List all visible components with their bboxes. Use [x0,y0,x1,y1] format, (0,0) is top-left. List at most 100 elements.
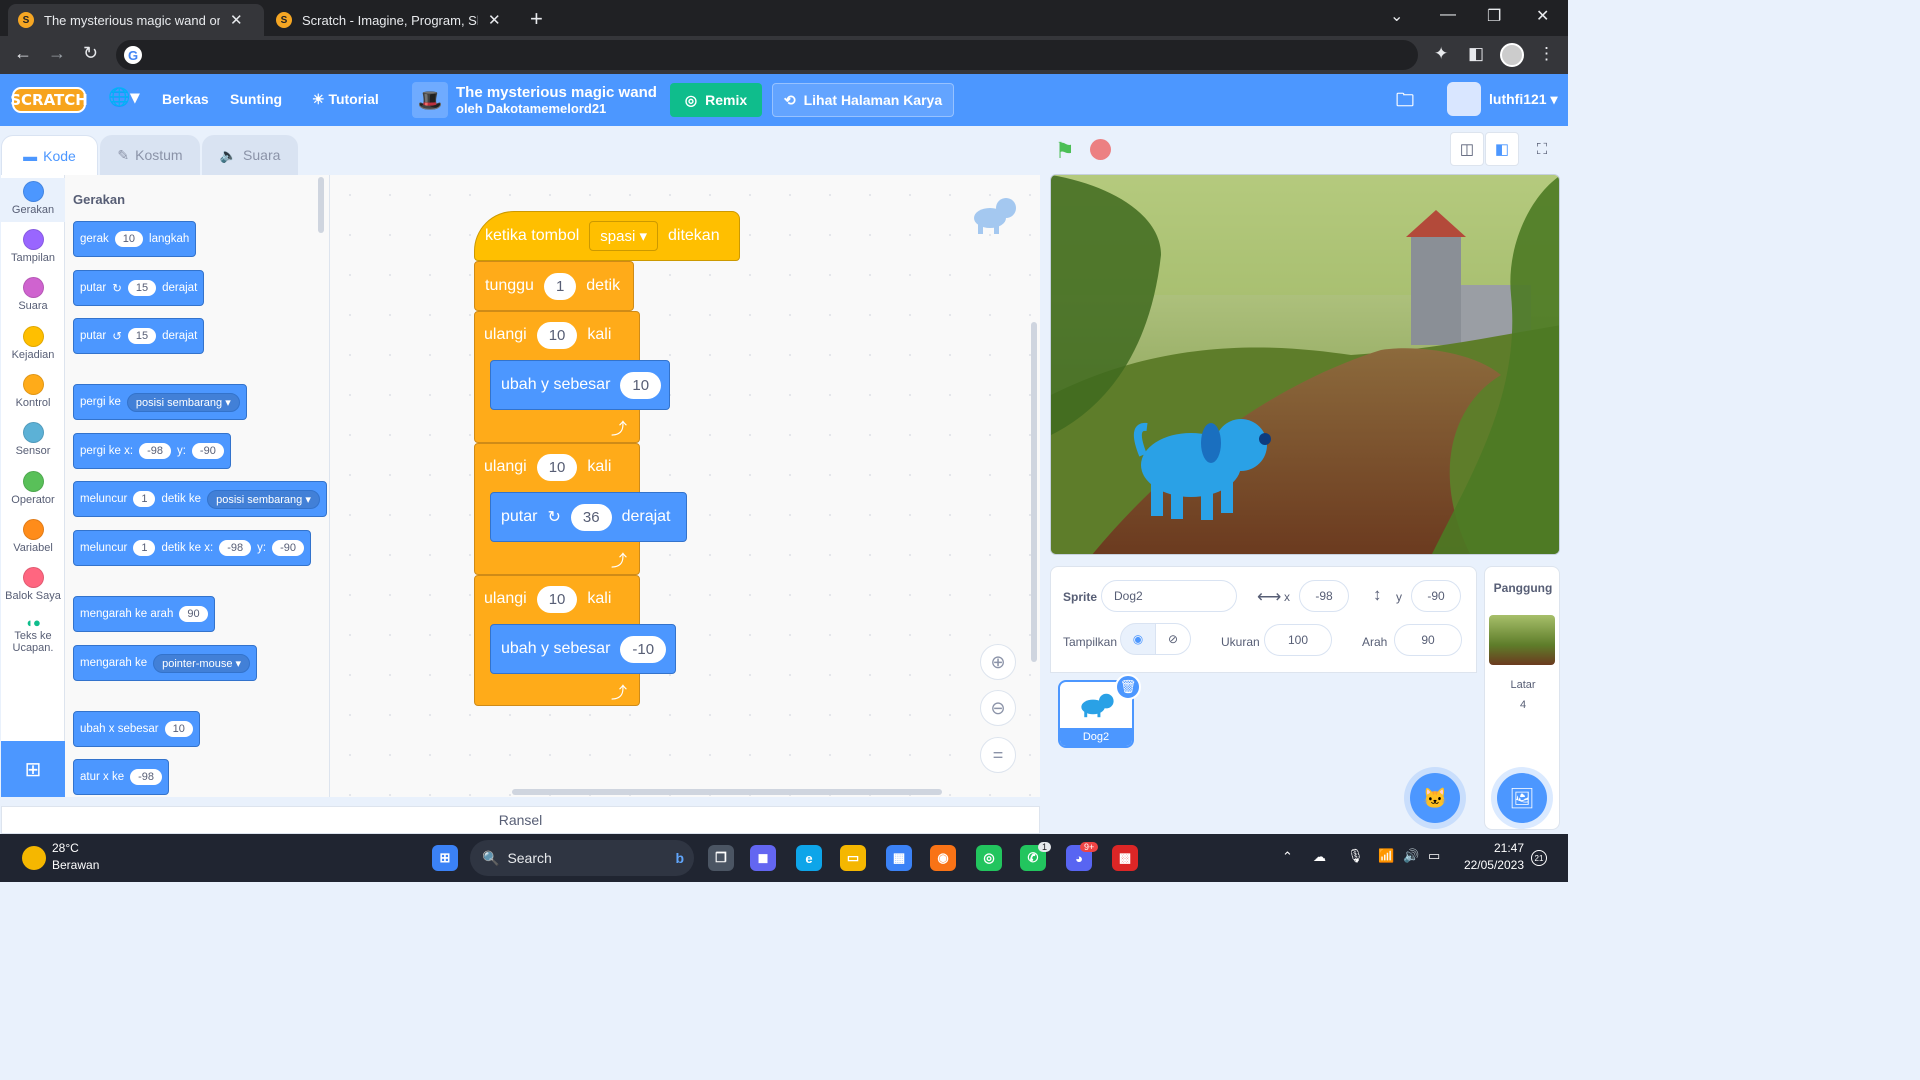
block-input[interactable]: -98 [139,443,171,459]
microphone-icon[interactable]: 🎙 [1347,848,1364,864]
y-field[interactable]: -90 [1411,580,1461,612]
workspace-horizontal-scrollbar[interactable] [512,789,942,795]
tab-sounds[interactable]: 🔈 Suara [202,135,298,175]
task-view-icon[interactable]: ❐ [708,845,734,871]
fullscreen-button[interactable]: ⛶ [1525,132,1559,166]
minecraft-icon[interactable]: ▩ [1112,845,1138,871]
volume-icon[interactable]: 🔊 [1403,848,1419,864]
size-field[interactable]: 100 [1264,624,1332,656]
show-hidden-button[interactable]: ⊘ [1155,623,1191,655]
block-move-steps[interactable]: gerak 10 langkah [73,221,197,257]
block-input[interactable]: -90 [191,443,224,459]
clock-time[interactable]: 21:47 [1464,841,1524,855]
menu-file[interactable]: Berkas [162,91,209,107]
block-turn-left[interactable]: putar ↺ 15 derajat [73,318,205,354]
block-input[interactable]: 1 [133,491,156,507]
browser-profile-avatar[interactable] [1500,43,1524,67]
block-set-x[interactable]: atur x ke -98 [73,759,170,795]
remix-button[interactable]: ◎ Remix [670,83,762,117]
zoom-reset-button[interactable]: = [980,737,1016,773]
block-input[interactable]: 10 [620,371,662,399]
block-input[interactable]: 10 [536,453,578,481]
block-input[interactable]: -98 [130,769,163,785]
block-input[interactable]: 15 [127,280,157,296]
new-tab-icon[interactable]: + [530,6,543,32]
block-input[interactable]: -10 [620,635,667,663]
clock-date[interactable]: 22/05/2023 [1455,858,1524,872]
browser-tab-scratch-home[interactable]: S Scratch - Imagine, Program, Shar ✕ [266,4,522,36]
block-dropdown[interactable]: posisi sembarang ▾ [126,392,240,412]
project-author[interactable]: oleh Dakotamemelord21 [456,101,657,116]
user-avatar[interactable] [1447,82,1481,116]
block-input[interactable]: 1 [133,540,156,556]
minimize-icon[interactable]: — [1440,6,1456,24]
add-extension-button[interactable]: ⊞ [1,741,65,797]
block-when-key-pressed[interactable]: ketika tombol spasi ▾ ditekan [474,211,740,261]
category-variables[interactable]: Variabel [1,519,65,554]
battery-icon[interactable]: ▭ [1428,848,1440,864]
menu-tutorial[interactable]: ☀ Tutorial [312,91,379,108]
block-glide-to[interactable]: meluncur 1 detik ke posisi sembarang ▾ [73,481,327,517]
choose-sprite-button[interactable]: 🐱 [1410,773,1460,823]
block-dropdown[interactable]: pointer-mouse ▾ [153,653,251,673]
menu-edit[interactable]: Sunting [230,91,282,107]
language-globe-icon[interactable]: 🌐▾ [108,87,139,108]
block-point-towards[interactable]: mengarah ke pointer-mouse ▾ [73,645,258,681]
category-events[interactable]: Kejadian [1,326,65,361]
wifi-icon[interactable]: 📶 [1378,848,1394,864]
green-flag-icon[interactable]: ⚑ [1055,138,1075,164]
block-input[interactable]: 1 [543,272,577,300]
category-control[interactable]: Kontrol [1,374,65,409]
normal-stage-button[interactable]: ◧ [1485,132,1519,166]
block-input[interactable]: 15 [127,328,157,344]
microsoft-store-icon[interactable]: ▦ [886,845,912,871]
category-text-to-speech[interactable]: ◖● Teks ke Ucapan. [1,615,65,654]
see-project-page-button[interactable]: ⟲ Lihat Halaman Karya [772,83,954,117]
block-change-y-1[interactable]: ubah y sebesar 10 [490,360,670,410]
block-input[interactable]: 90 [179,606,208,622]
username-menu[interactable]: luthfi121 ▾ [1489,91,1558,108]
delete-sprite-button[interactable]: 🗑 [1115,674,1141,700]
block-point-in-direction[interactable]: mengarah ke arah 90 [73,596,215,632]
block-change-y-2[interactable]: ubah y sebesar -10 [490,624,676,674]
file-explorer-icon[interactable]: ▭ [840,845,866,871]
tab-search-icon[interactable]: ⌄ [1390,6,1403,26]
extensions-icon[interactable]: ✦ [1434,44,1448,64]
block-turn[interactable]: putar ↻ 36 derajat [490,492,687,542]
stage-canvas[interactable] [1050,174,1560,555]
chrome-icon[interactable]: ◎ [976,845,1002,871]
edge-icon[interactable]: e [796,845,822,871]
tray-chevron-icon[interactable]: ⌃ [1282,849,1293,865]
block-dropdown[interactable]: posisi sembarang ▾ [207,489,320,509]
block-input[interactable]: 10 [164,721,193,737]
sprite-name-field[interactable]: Dog2 [1101,580,1237,612]
close-tab-icon[interactable]: ✕ [230,11,243,29]
block-input[interactable]: 10 [536,321,578,349]
my-stuff-folder-icon[interactable]: 🗀 [1396,88,1414,118]
zoom-in-button[interactable]: ⊕ [980,644,1016,680]
reload-icon[interactable]: ↻ [83,43,98,64]
category-looks[interactable]: Tampilan [1,229,65,264]
forward-icon[interactable]: → [48,43,66,64]
workspace-vertical-scrollbar[interactable] [1031,322,1037,662]
restore-icon[interactable]: ❐ [1487,6,1501,26]
scratch-logo[interactable]: SCRATCH [10,87,88,113]
block-input[interactable]: 36 [570,503,612,531]
choose-backdrop-button[interactable]: 🖼 [1497,773,1547,823]
block-input[interactable]: 10 [536,585,578,613]
category-sensing[interactable]: Sensor [1,422,65,457]
notification-count[interactable]: 21 [1531,850,1547,866]
category-motion[interactable]: Gerakan [1,178,65,222]
block-input[interactable]: -98 [219,540,252,556]
close-window-icon[interactable]: ✕ [1536,6,1549,26]
close-tab-icon[interactable]: ✕ [488,11,501,29]
stop-sign-icon[interactable] [1090,139,1111,160]
category-operators[interactable]: Operator [1,471,65,506]
taskbar-search[interactable]: 🔍 Search b [470,840,694,876]
back-icon[interactable]: ← [14,43,32,64]
side-panel-icon[interactable]: ◧ [1468,44,1484,64]
block-input[interactable]: -90 [272,540,304,556]
direction-field[interactable]: 90 [1394,624,1462,656]
browser-tab-project[interactable]: S The mysterious magic wand on S ✕ [8,4,264,36]
backpack-bar[interactable]: Ransel [1,806,1040,834]
